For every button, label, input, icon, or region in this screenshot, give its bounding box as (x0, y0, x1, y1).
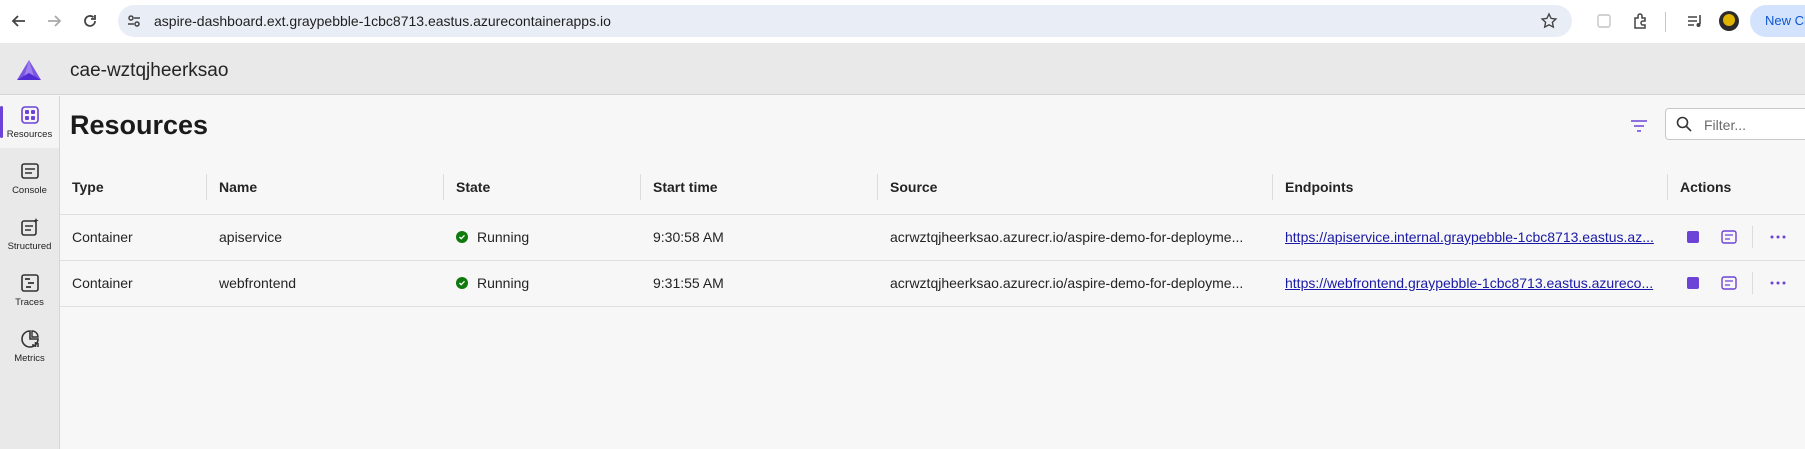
table-row[interactable]: Container webfrontend Running 9:31:55 AM… (60, 260, 1805, 307)
nav-item-traces[interactable]: Traces (0, 264, 59, 316)
nav-label: Traces (15, 297, 44, 308)
console-logs-button[interactable] (1716, 270, 1742, 296)
column-header-source[interactable]: Source (878, 160, 1273, 215)
extensions-puzzle-icon[interactable] (1630, 10, 1652, 32)
nav-item-metrics[interactable]: Metrics (0, 320, 59, 372)
nav-item-console[interactable]: Console (0, 152, 59, 204)
filter-lines-icon (1631, 120, 1647, 132)
cell-type: Container (60, 260, 207, 307)
page-title: Resources (70, 110, 209, 140)
reload-icon (84, 15, 96, 27)
column-header-state[interactable]: State (444, 160, 641, 215)
table-row[interactable]: Container apiservice Running 9:30:58 AM … (60, 214, 1805, 261)
state-text: Running (477, 229, 530, 245)
cell-actions (1668, 214, 1805, 261)
filter-search-box[interactable] (1665, 108, 1805, 140)
nav-label: Resources (6, 129, 53, 140)
cell-start-time: 9:30:58 AM (641, 214, 878, 261)
nav-label: Metrics (14, 353, 45, 364)
endpoint-link[interactable]: https://apiservice.internal.graypebble-1… (1285, 229, 1654, 245)
endpoint-link[interactable]: https://webfrontend.graypebble-1cbc8713.… (1285, 275, 1653, 291)
cell-endpoint: https://webfrontend.graypebble-1cbc8713.… (1273, 260, 1668, 307)
cell-source: acrwztqjheerksao.azurecr.io/aspire-demo-… (878, 260, 1273, 307)
grid-icon (0, 105, 59, 127)
reload-button[interactable] (78, 9, 102, 33)
cell-type: Container (60, 214, 207, 261)
stop-icon (1687, 277, 1699, 289)
back-arrow-icon (11, 15, 25, 27)
toolbar-divider (1665, 12, 1666, 32)
structured-logs-icon (0, 217, 59, 239)
extension-placeholder-icon[interactable] (1593, 10, 1615, 32)
aspire-logo-icon[interactable] (16, 59, 42, 86)
console-logs-icon (1721, 230, 1737, 244)
running-check-icon (456, 277, 468, 289)
new-chat-button[interactable]: New Ch (1750, 5, 1805, 37)
nav-item-structured[interactable]: Structured (0, 208, 59, 260)
cell-name: webfrontend (207, 260, 444, 307)
state-text: Running (477, 275, 530, 291)
table-header-row: Type Name State Start time Source Endpoi… (60, 160, 1805, 215)
search-icon (1676, 116, 1692, 137)
side-navigation: Resources Console Structured Traces Metr… (0, 96, 60, 449)
forward-button[interactable] (42, 9, 66, 33)
filter-input[interactable] (1704, 115, 1805, 135)
main-content: Resources Type Name State Start time Sou… (60, 96, 1805, 449)
cell-name: apiservice (207, 214, 444, 261)
cell-actions (1668, 260, 1805, 307)
console-logs-button[interactable] (1716, 224, 1742, 250)
actions-divider (1752, 272, 1753, 294)
stop-button[interactable] (1680, 224, 1706, 250)
address-bar[interactable]: aspire-dashboard.ext.graypebble-1cbc8713… (118, 5, 1572, 37)
stop-button[interactable] (1680, 270, 1706, 296)
metrics-icon (0, 329, 59, 351)
cell-state: Running (444, 260, 641, 307)
column-header-actions: Actions (1668, 160, 1805, 215)
actions-divider (1752, 226, 1753, 248)
console-icon (0, 161, 59, 183)
browser-toolbar: aspire-dashboard.ext.graypebble-1cbc8713… (0, 0, 1805, 43)
media-controls-icon[interactable] (1684, 10, 1706, 32)
profile-avatar[interactable] (1718, 10, 1740, 32)
console-logs-icon (1721, 276, 1737, 290)
column-header-start-time[interactable]: Start time (641, 160, 878, 215)
stop-icon (1687, 231, 1699, 243)
forward-arrow-icon (48, 15, 62, 27)
column-header-endpoints[interactable]: Endpoints (1273, 160, 1668, 215)
app-title: cae-wztqjheerksao (70, 60, 229, 81)
url-text: aspire-dashboard.ext.graypebble-1cbc8713… (154, 13, 611, 29)
filter-options-button[interactable] (1628, 115, 1650, 137)
ellipsis-icon (1770, 281, 1786, 285)
more-actions-button[interactable] (1765, 270, 1791, 296)
bookmark-star-icon[interactable] (1540, 12, 1558, 35)
app-header: cae-wztqjheerksao (0, 43, 1805, 95)
cell-state: Running (444, 214, 641, 261)
ellipsis-icon (1770, 235, 1786, 239)
traces-icon (0, 273, 59, 295)
resources-table: Type Name State Start time Source Endpoi… (60, 160, 1805, 307)
more-actions-button[interactable] (1765, 224, 1791, 250)
running-check-icon (456, 231, 468, 243)
back-button[interactable] (7, 9, 31, 33)
cell-source: acrwztqjheerksao.azurecr.io/aspire-demo-… (878, 214, 1273, 261)
cell-endpoint: https://apiservice.internal.graypebble-1… (1273, 214, 1668, 261)
nav-item-resources[interactable]: Resources (0, 96, 59, 148)
site-settings-icon[interactable] (126, 13, 142, 34)
cell-start-time: 9:31:55 AM (641, 260, 878, 307)
nav-label: Structured (7, 241, 52, 252)
nav-label: Console (12, 185, 47, 196)
column-header-type[interactable]: Type (60, 160, 207, 215)
column-header-name[interactable]: Name (207, 160, 444, 215)
